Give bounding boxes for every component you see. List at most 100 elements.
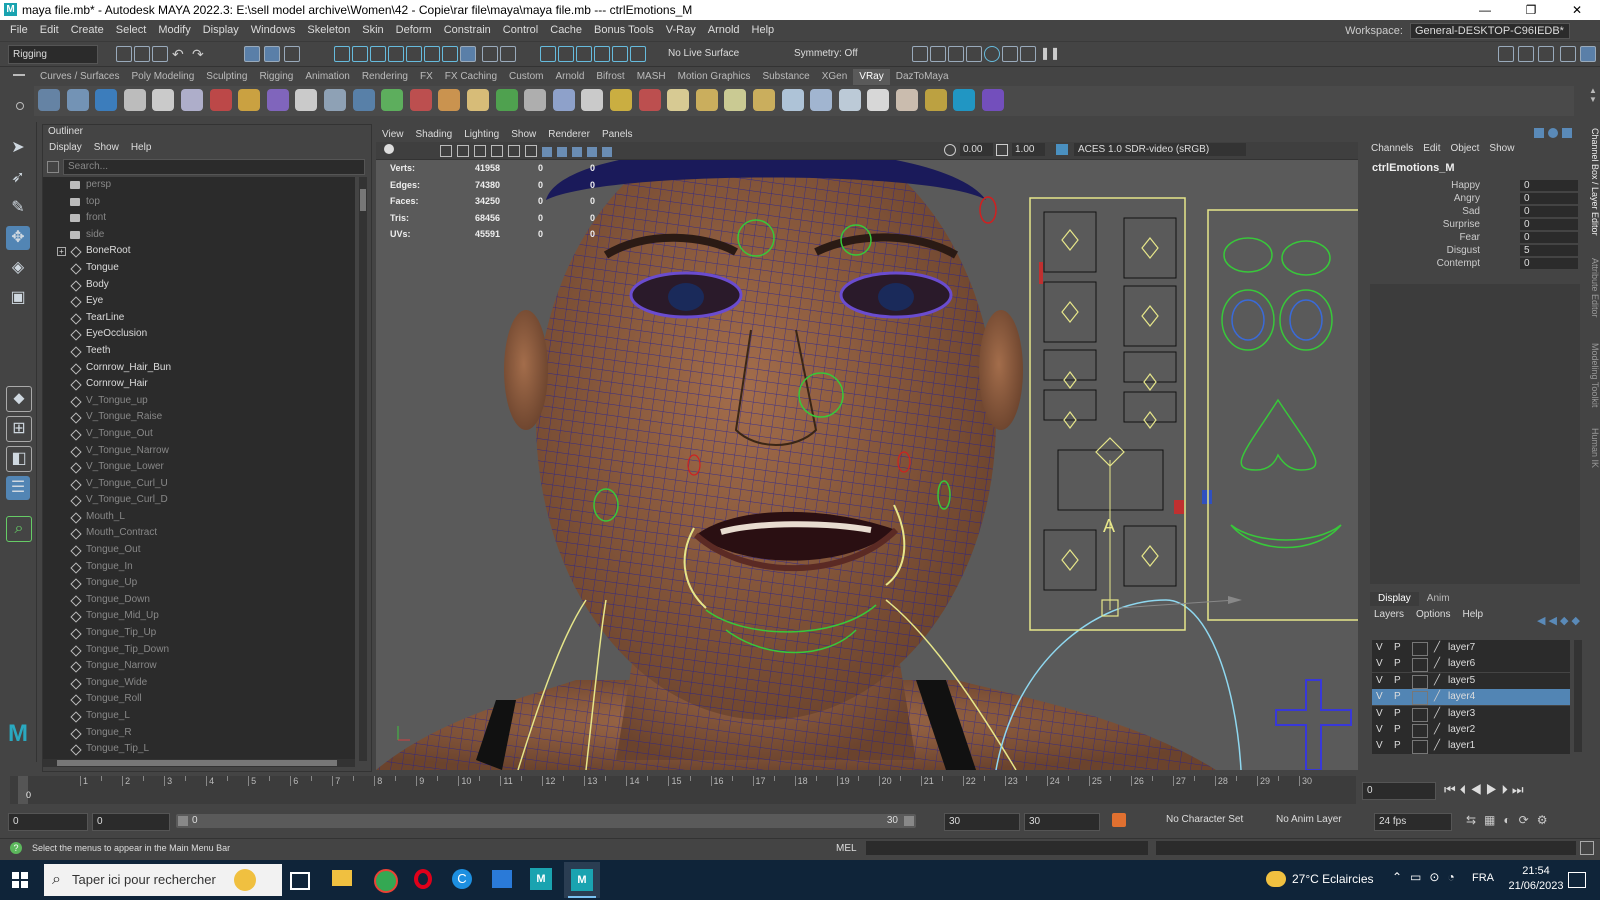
outliner-item-tongue-tip-down[interactable]: Tongue_Tip_Down [43, 642, 355, 659]
outliner-item-eye[interactable]: Eye [43, 293, 355, 310]
vray-sun-light-icon[interactable] [695, 89, 718, 111]
vray-plane-icon[interactable] [724, 89, 747, 111]
select-component-icon[interactable] [284, 46, 300, 62]
shelf-tab-rigging[interactable]: Rigging [253, 69, 299, 85]
channel-box-icon[interactable] [1560, 46, 1576, 62]
outliner-scrollbar[interactable] [359, 177, 367, 761]
camera-attributes-icon[interactable] [384, 144, 394, 154]
shelf-tab-poly-modeling[interactable]: Poly Modeling [125, 69, 200, 85]
side-tab-human-ik[interactable]: Human IK [1586, 428, 1600, 468]
menu-control[interactable]: Control [497, 20, 544, 41]
layer-playback-toggle[interactable]: P [1394, 738, 1401, 754]
vray-clipper-icon[interactable] [381, 89, 404, 111]
channel-value-field[interactable]: 0 [1520, 219, 1578, 230]
animation-end-field[interactable]: 30 [1024, 813, 1100, 831]
snap-center-icon[interactable] [442, 46, 458, 62]
outliner-item-tearline[interactable]: TearLine [43, 310, 355, 327]
outliner-item-v-tongue-out[interactable]: V_Tongue_Out [43, 426, 355, 443]
menu-help[interactable]: Help [746, 20, 781, 41]
move-tool-icon[interactable]: ✥ [6, 226, 30, 250]
outliner-item-persp[interactable]: persp [43, 177, 355, 194]
vray-vfb-icon[interactable] [181, 89, 203, 111]
outliner-item-side[interactable]: side [43, 227, 355, 244]
3d-viewport[interactable]: A Verts: 41958 0 0 Edges: 74380 0 0 Faces: 34250 0… [376, 160, 1358, 770]
shelf-tab-animation[interactable]: Animation [299, 69, 355, 85]
menu-modify[interactable]: Modify [152, 20, 196, 41]
shelf-tab-arnold[interactable]: Arnold [549, 69, 590, 85]
menu-file[interactable]: File [4, 20, 34, 41]
channel-surprise[interactable]: Surprise 0 [1366, 219, 1580, 232]
workspace-dropdown[interactable]: General-DESKTOP-C96IEDB* [1410, 23, 1570, 39]
outliner-item-front[interactable]: front [43, 210, 355, 227]
layer-color-swatch[interactable] [1412, 707, 1428, 722]
color-management-icon[interactable] [1056, 144, 1068, 155]
notification-icon[interactable] [1568, 872, 1586, 888]
outliner-item-tongue-r[interactable]: Tongue_R [43, 725, 355, 742]
playback-start-field[interactable]: 0 [92, 813, 170, 831]
outliner-item-tongue-l[interactable]: Tongue_L [43, 708, 355, 725]
channel-value-field[interactable]: 0 [1520, 180, 1578, 191]
inputs-icon[interactable] [576, 46, 592, 62]
construction-icon[interactable] [558, 46, 574, 62]
playback-buttons[interactable]: ⏮⏴◀▶⏵⏭ [1444, 782, 1528, 798]
modeling-toolkit-icon[interactable] [1498, 46, 1514, 62]
vray-checker-icon[interactable] [810, 89, 833, 111]
channel-contempt[interactable]: Contempt 0 [1366, 258, 1580, 271]
redo-icon[interactable]: ↷ [192, 46, 206, 62]
layout-icon[interactable] [1580, 46, 1596, 62]
snap-surface-icon[interactable] [406, 46, 422, 62]
four-view-layout-icon[interactable]: ⊞ [6, 416, 32, 442]
channel-menu-show[interactable]: Show [1484, 142, 1519, 156]
vray-frame-buffer-icon[interactable] [324, 89, 346, 111]
exposure-field[interactable]: 0.00 [960, 143, 993, 156]
channel-value-field[interactable]: 0 [1520, 258, 1578, 269]
shelf-tab-sculpting[interactable]: Sculpting [200, 69, 253, 85]
outliner-item-tongue-out[interactable]: Tongue_Out [43, 542, 355, 559]
close-button[interactable]: ✕ [1554, 0, 1600, 20]
menu-arnold[interactable]: Arnold [702, 20, 746, 41]
vray-decal-icon[interactable] [266, 89, 289, 111]
channel-sad[interactable]: Sad 0 [1366, 206, 1580, 219]
vray-fur-icon[interactable] [238, 89, 261, 111]
vray-pano-icon[interactable] [781, 89, 804, 111]
weather-text[interactable]: 27°C Eclaircies [1292, 872, 1374, 886]
layer-playback-toggle[interactable]: P [1394, 689, 1401, 705]
layer-row-layer1[interactable]: V P ╱ layer1 [1372, 738, 1570, 755]
outliner-item-tongue-roll[interactable]: Tongue_Roll [43, 691, 355, 708]
layer-playback-toggle[interactable]: P [1394, 673, 1401, 689]
layer-row-layer7[interactable]: V P ╱ layer7 [1372, 640, 1570, 656]
layer-color-swatch[interactable] [1412, 740, 1428, 755]
range-bar[interactable]: 0 30 [176, 814, 916, 828]
clock[interactable]: 21:54 21/06/2023 [1506, 864, 1566, 894]
shelf-tab-mash[interactable]: MASH [631, 69, 672, 85]
select-tool-icon[interactable]: ➤ [6, 136, 30, 160]
layer-row-layer4[interactable]: V P ╱ layer4 [1372, 689, 1570, 706]
chrome-icon[interactable] [374, 869, 398, 893]
vray-light-select-icon[interactable] [95, 89, 118, 111]
vray-ies-icon[interactable] [667, 89, 690, 111]
layer-visibility-toggle[interactable]: V [1376, 722, 1383, 738]
minimize-button[interactable]: — [1462, 0, 1508, 20]
vray-help-icon[interactable] [981, 89, 1004, 111]
current-frame-field[interactable]: 0 [1362, 782, 1436, 800]
layer-visibility-toggle[interactable]: V [1376, 673, 1383, 689]
outliner-item-v-tongue-curl-d[interactable]: V_Tongue_Curl_D [43, 492, 355, 509]
outliner-item-v-tongue-narrow[interactable]: V_Tongue_Narrow [43, 443, 355, 460]
vray-vrscene-icon[interactable] [838, 89, 861, 111]
vray-scene-export-icon[interactable] [352, 89, 375, 111]
animation-start-field[interactable]: 0 [8, 813, 88, 831]
search-icon[interactable]: ⌕ [6, 516, 32, 542]
vray-sphere-fade-icon[interactable] [524, 89, 547, 111]
save-scene-icon[interactable] [152, 46, 168, 62]
layer-row-layer3[interactable]: V P ╱ layer3 [1372, 705, 1570, 722]
vray-proxy-icon[interactable] [123, 89, 146, 111]
side-tab-attribute-editor[interactable]: Attribute Editor [1586, 258, 1600, 318]
render-icon[interactable] [630, 46, 646, 62]
render-view-icon[interactable] [912, 46, 928, 62]
snap-point-icon[interactable] [370, 46, 386, 62]
shelf-tab-custom[interactable]: Custom [503, 69, 549, 85]
menu-create[interactable]: Create [65, 20, 110, 41]
vray-globe-icon[interactable] [753, 89, 775, 111]
menu-select[interactable]: Select [110, 20, 153, 41]
shelf-tab-substance[interactable]: Substance [756, 69, 815, 85]
